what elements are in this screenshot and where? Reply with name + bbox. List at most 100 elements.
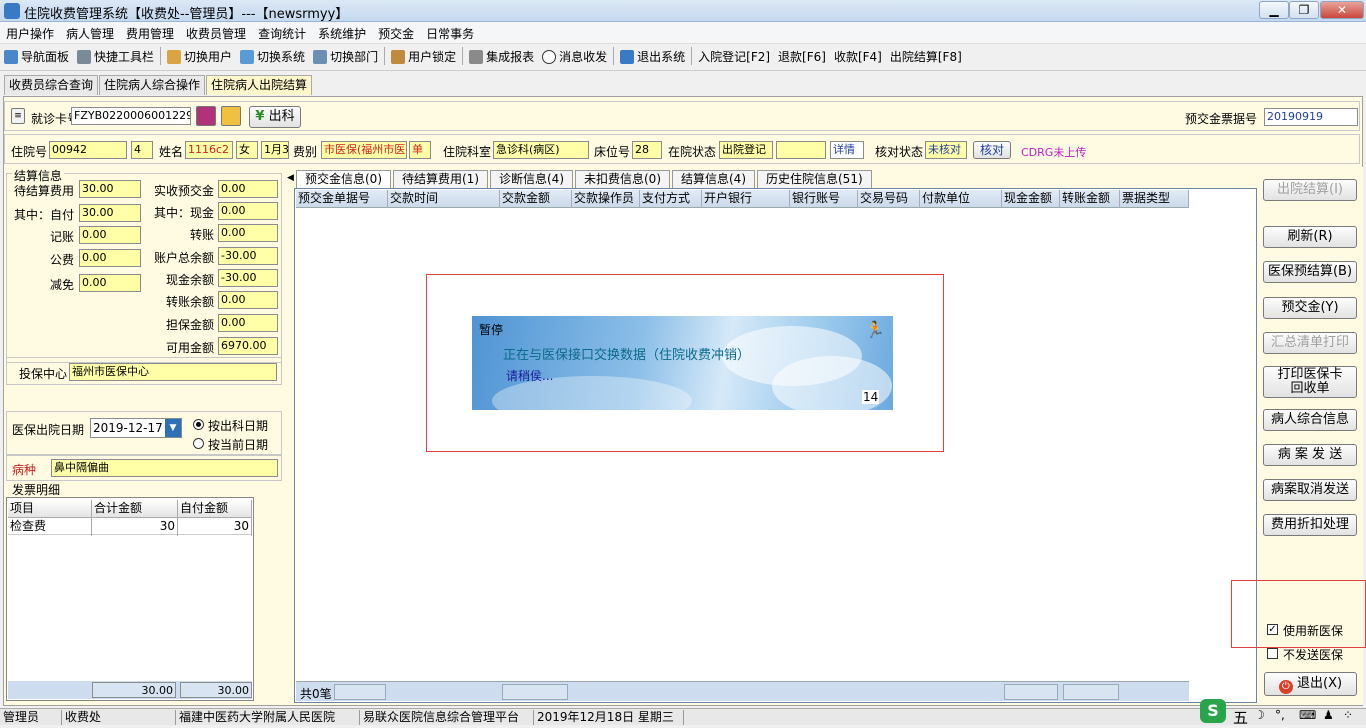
detail-link[interactable]: 详情 xyxy=(830,141,864,159)
lock-icon xyxy=(391,50,406,64)
toolbar-divider xyxy=(462,47,464,65)
toolbar-quick-tools[interactable]: 快捷工具栏 xyxy=(73,45,158,69)
discharge-settle-button[interactable]: 出院结算(I) xyxy=(1263,179,1357,201)
dialog-counter: 14 xyxy=(862,390,880,404)
deposit-grid-footer: 共0笔 xyxy=(296,681,1189,701)
menu-deposit[interactable]: 预交金 xyxy=(372,22,420,45)
settle-label: 待结算费用 xyxy=(14,184,75,198)
app-icon xyxy=(4,3,20,19)
settle-label: 转账 xyxy=(190,228,215,242)
window-title: 住院收费管理系统【收费处--管理员】---【newsrmyy】 xyxy=(24,7,349,22)
broom-icon[interactable] xyxy=(221,106,241,126)
insure-center-label: 投保中心 xyxy=(19,367,68,381)
refresh-button[interactable]: 刷新(R) xyxy=(1263,226,1357,248)
card-number-input[interactable]: FZYB022000600122919 xyxy=(71,107,191,125)
print-summary-button[interactable]: 汇总清单打印 xyxy=(1263,332,1357,354)
exit-button[interactable]: ⏻ 退出(X) xyxy=(1264,672,1357,696)
tab-undeducted[interactable]: 未扣费信息(0) xyxy=(575,170,670,189)
toolbar-report[interactable]: 集成报表 xyxy=(465,45,538,69)
settle-label: 担保金额 xyxy=(166,318,215,332)
settle-value: 0.00 xyxy=(218,224,278,242)
disease-label: 病种 xyxy=(12,463,37,477)
settle-value: 6970.00 xyxy=(218,337,278,355)
dropdown-arrow-icon[interactable]: ▼ xyxy=(165,419,181,437)
menu-fee[interactable]: 费用管理 xyxy=(120,22,180,45)
toolbar-refund[interactable]: 退款[F6] xyxy=(774,45,830,69)
menu-patient[interactable]: 病人管理 xyxy=(60,22,120,45)
settings-icon[interactable]: ⁘ xyxy=(1343,708,1353,722)
keyboard-icon[interactable]: ⌨ xyxy=(1299,708,1316,722)
main-tabs: 收费员综合查询 住院病人综合操作 住院病人出院结算 xyxy=(0,75,313,95)
settle-value: 0.00 xyxy=(79,249,141,267)
deposit-grid-header: 预交金单据号 交款时间 交款金额 交款操作员 支付方式 开户银行 银行账号 交易… xyxy=(296,190,1189,208)
status-hospital: 福建中医药大学附属人民医院 xyxy=(176,710,360,725)
menu-cashier[interactable]: 收费员管理 xyxy=(180,22,252,45)
pause-dialog: 暂停 正在与医保接口交换数据（住院收费冲销） 请稍侯... 🏃 14 xyxy=(472,316,893,410)
tab-cashier-query[interactable]: 收费员综合查询 xyxy=(4,75,99,95)
toolbar-divider xyxy=(160,47,162,65)
card-row: ≡ 就诊卡号 FZYB022000600122919 ¥ 出科 预交金票据号 2… xyxy=(4,101,1360,131)
dialog-message: 正在与医保接口交换数据（住院收费冲销） xyxy=(503,348,751,363)
radio-by-current-date[interactable] xyxy=(193,438,204,449)
cdrg-status: CDRG未上传 xyxy=(1021,146,1087,159)
close-button[interactable]: ✕ xyxy=(1320,1,1364,19)
no-send-insurance-checkbox[interactable] xyxy=(1267,648,1278,659)
user-icon[interactable]: ♟ xyxy=(1323,708,1334,722)
table-row[interactable]: 检查费 30 30 xyxy=(8,518,252,536)
grid-col: 预交金单据号 xyxy=(296,190,388,208)
menu-user-ops[interactable]: 用户操作 xyxy=(0,22,60,45)
insurance-presettle-button[interactable]: 医保预结算(B) xyxy=(1263,261,1357,283)
toolbar-switch-dept[interactable]: 切换部门 xyxy=(309,45,382,69)
inpatient-no-input[interactable]: 00942 xyxy=(49,141,127,159)
tab-history[interactable]: 历史住院信息(51) xyxy=(757,170,872,189)
grid-col: 交款金额 xyxy=(500,190,572,208)
print-card-receipt-button[interactable]: 打印医保卡 回收单 xyxy=(1263,366,1357,398)
menu-daily[interactable]: 日常事务 xyxy=(420,22,480,45)
grid-col: 开户银行 xyxy=(702,190,790,208)
radio-by-dept-date[interactable] xyxy=(193,419,204,430)
toolbar-collect[interactable]: 收款[F4] xyxy=(830,45,886,69)
fee-discount-button[interactable]: 费用折扣处理 xyxy=(1263,514,1357,536)
toolbar-exit[interactable]: 退出系统 xyxy=(616,45,689,69)
card-type-icon[interactable]: ≡ xyxy=(11,108,25,124)
discharge-date-picker[interactable]: 2019-12-17 ▼ xyxy=(90,418,182,438)
toolbar-nav-panel[interactable]: 导航面板 xyxy=(0,45,73,69)
settle-value: 0.00 xyxy=(218,180,278,198)
card-reader-icon[interactable] xyxy=(196,106,216,126)
toolbar-switch-user[interactable]: 切换用户 xyxy=(163,45,236,69)
collapse-arrow-icon[interactable]: ◀ xyxy=(287,170,294,186)
menu-query[interactable]: 查询统计 xyxy=(252,22,312,45)
tab-settle-info[interactable]: 结算信息(4) xyxy=(672,170,755,189)
send-record-button[interactable]: 病 案 发 送 xyxy=(1263,444,1357,466)
toolbar-switch-system[interactable]: 切换系统 xyxy=(236,45,309,69)
no-send-insurance-label: 不发送医保 xyxy=(1283,648,1344,662)
tab-patient-ops[interactable]: 住院病人综合操作 xyxy=(99,75,206,95)
menu-system[interactable]: 系统维护 xyxy=(312,22,372,45)
toolbar-user-lock[interactable]: 用户锁定 xyxy=(387,45,460,69)
radio-by-dept-date-label: 按出科日期 xyxy=(208,419,269,433)
sogou-ime-icon[interactable]: S xyxy=(1200,699,1226,723)
toolbar-admission[interactable]: 入院登记[F2] xyxy=(694,45,774,69)
cancel-send-record-button[interactable]: 病案取消发送 xyxy=(1263,479,1357,501)
status-date: 2019年12月18日 星期三 xyxy=(534,710,684,725)
check-button[interactable]: 核对 xyxy=(973,141,1011,159)
toolbar-discharge-settle[interactable]: 出院结算[F8] xyxy=(886,45,966,69)
checkout-button[interactable]: ¥ 出科 xyxy=(249,106,301,128)
grid-col: 银行账号 xyxy=(790,190,858,208)
tab-diagnosis[interactable]: 诊断信息(4) xyxy=(490,170,573,189)
deposit-button[interactable]: 预交金(Y) xyxy=(1263,297,1357,319)
toolbar-message[interactable]: 消息收发 xyxy=(538,45,611,69)
tab-deposit-info[interactable]: 预交金信息(0) xyxy=(296,170,391,189)
tab-pending-fees[interactable]: 待结算费用(1) xyxy=(393,170,488,189)
name-label: 姓名 xyxy=(159,145,184,159)
grid-col: 交易号码 xyxy=(858,190,920,208)
dialog-title: 暂停 xyxy=(479,323,504,337)
patient-info-button[interactable]: 病人综合信息 xyxy=(1263,409,1357,431)
punctuation-icon[interactable]: °, xyxy=(1275,708,1285,722)
minimize-button[interactable]: ▁ xyxy=(1259,1,1289,19)
invoice-col-self: 自付金额 xyxy=(178,500,252,518)
moon-icon[interactable]: ☽ xyxy=(1254,708,1265,722)
receipt-number-input[interactable]: 20190919 xyxy=(1264,108,1358,126)
tab-discharge-settle[interactable]: 住院病人出院结算 xyxy=(206,75,313,95)
restore-button[interactable]: ❐ xyxy=(1289,1,1319,19)
